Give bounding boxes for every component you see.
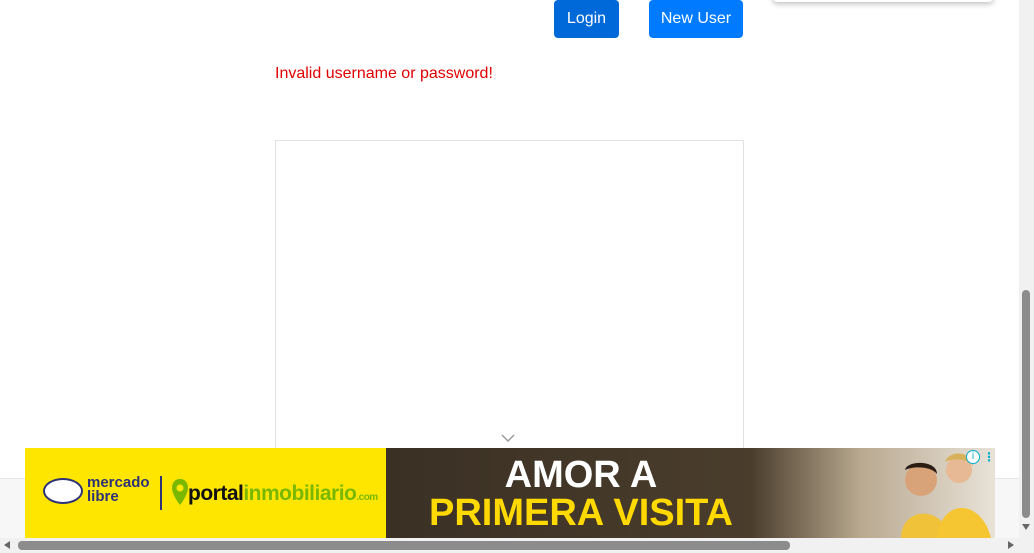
scroll-left-icon[interactable]: [4, 541, 10, 549]
new-user-button[interactable]: New User: [649, 0, 743, 38]
error-message: Invalid username or password!: [275, 65, 493, 82]
chevron-down-icon[interactable]: [501, 433, 515, 443]
ad-headline-section: AMOR A PRIMERA VISITA: [386, 448, 995, 538]
login-button[interactable]: Login: [554, 0, 619, 38]
portal-part: portal: [188, 482, 244, 505]
content-panel: [275, 140, 744, 470]
floating-card: [772, 0, 994, 2]
portalinmobiliario-logo-text: portalinmobiliario.com: [188, 482, 378, 506]
horizontal-scroll-thumb[interactable]: [18, 541, 790, 550]
horizontal-scrollbar[interactable]: [0, 538, 1019, 553]
handshake-icon: [43, 478, 83, 504]
ad-headline-line1: AMOR A: [504, 454, 658, 496]
scroll-down-icon[interactable]: [1022, 524, 1030, 530]
advertisement-banner[interactable]: mercado libre portalinmobiliario.com AMO…: [25, 448, 995, 538]
ad-headline-line2: PRIMERA VISITA: [428, 492, 734, 534]
vertical-scroll-thumb[interactable]: [1022, 290, 1030, 518]
location-pin-icon: [172, 479, 188, 505]
info-icon[interactable]: i: [966, 450, 980, 464]
brand-divider: [160, 476, 162, 510]
vertical-scrollbar[interactable]: [1019, 0, 1034, 553]
mercadolibre-logo-text: mercado libre: [87, 475, 150, 505]
com-part: .com: [356, 492, 378, 503]
inmobiliario-part: inmobiliario: [243, 482, 357, 505]
scroll-right-icon[interactable]: [1008, 541, 1014, 549]
page: Login New User Invalid username or passw…: [0, 0, 1034, 553]
more-options-icon[interactable]: ⋮: [983, 450, 995, 464]
mercadolibre-line2: libre: [87, 488, 119, 505]
ad-brand-section: mercado libre portalinmobiliario.com: [25, 448, 386, 538]
